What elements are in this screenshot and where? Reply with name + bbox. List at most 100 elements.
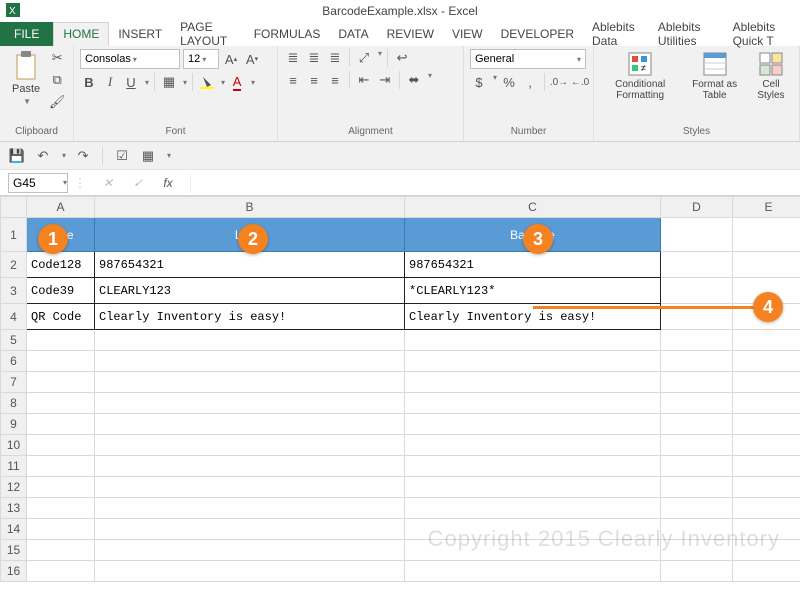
tab-page-layout[interactable]: PAGE LAYOUT	[171, 22, 245, 46]
align-top-icon[interactable]: ≣	[284, 49, 302, 67]
tab-review[interactable]: REVIEW	[378, 22, 443, 46]
format-as-table-button[interactable]: Format as Table	[684, 49, 745, 103]
align-left-icon[interactable]: ≡	[284, 71, 302, 89]
cell[interactable]	[733, 456, 800, 477]
cell[interactable]	[733, 435, 800, 456]
cell[interactable]	[27, 351, 95, 372]
cell[interactable]	[733, 330, 800, 351]
paste-button[interactable]: Paste ▼	[6, 49, 46, 108]
cell[interactable]	[95, 519, 405, 540]
increase-decimal-icon[interactable]: .0→	[550, 73, 568, 91]
cell[interactable]	[733, 477, 800, 498]
row-header-2[interactable]: 2	[1, 252, 27, 278]
cell[interactable]	[733, 252, 800, 278]
formula-input[interactable]	[190, 173, 800, 193]
row-header-9[interactable]: 9	[1, 414, 27, 435]
cell[interactable]	[27, 372, 95, 393]
col-header-e[interactable]: E	[733, 197, 800, 218]
cell-type[interactable]: QR Code	[27, 304, 95, 330]
cell-label[interactable]: CLEARLY123	[95, 278, 405, 304]
tab-ablebits-quick[interactable]: Ablebits Quick T	[724, 22, 800, 46]
cell[interactable]	[405, 477, 661, 498]
cell-styles-button[interactable]: Cell Styles	[749, 49, 793, 103]
redo-icon[interactable]: ↷	[74, 147, 92, 165]
cell[interactable]	[27, 414, 95, 435]
align-right-icon[interactable]: ≡	[326, 71, 344, 89]
cell[interactable]	[661, 519, 733, 540]
tab-ablebits-data[interactable]: Ablebits Data	[583, 22, 649, 46]
format-painter-icon[interactable]: 🖌	[48, 93, 66, 111]
cell[interactable]	[661, 435, 733, 456]
cell[interactable]	[27, 498, 95, 519]
decrease-font-icon[interactable]: A▾	[243, 50, 261, 68]
cell-barcode[interactable]: *CLEARLY123*	[405, 278, 661, 304]
tab-view[interactable]: VIEW	[443, 22, 492, 46]
cell[interactable]	[405, 498, 661, 519]
cell[interactable]	[405, 519, 661, 540]
orientation-icon[interactable]: ⤢	[355, 49, 373, 67]
cell[interactable]	[661, 218, 733, 252]
accounting-format-icon[interactable]: $	[470, 73, 488, 91]
cell[interactable]	[405, 372, 661, 393]
cell[interactable]	[733, 519, 800, 540]
merge-center-icon[interactable]: ⬌	[405, 71, 423, 89]
qat-custom-icon-2[interactable]: ▦	[139, 147, 157, 165]
save-icon[interactable]: 💾	[8, 147, 26, 165]
cell[interactable]	[95, 393, 405, 414]
cell[interactable]	[661, 414, 733, 435]
cell-label[interactable]: Clearly Inventory is easy!	[95, 304, 405, 330]
tab-ablebits-utilities[interactable]: Ablebits Utilities	[649, 22, 724, 46]
cell[interactable]	[27, 393, 95, 414]
cell[interactable]	[733, 218, 800, 252]
cell[interactable]	[661, 278, 733, 304]
row-header-8[interactable]: 8	[1, 393, 27, 414]
cell-type[interactable]: Code128	[27, 252, 95, 278]
cell-type[interactable]: Code39	[27, 278, 95, 304]
row-header-16[interactable]: 16	[1, 561, 27, 582]
col-header-d[interactable]: D	[661, 197, 733, 218]
bold-button[interactable]: B	[80, 73, 98, 91]
cell[interactable]	[95, 477, 405, 498]
cell[interactable]	[733, 351, 800, 372]
row-header-10[interactable]: 10	[1, 435, 27, 456]
comma-format-icon[interactable]: ,	[521, 73, 539, 91]
cell[interactable]	[733, 372, 800, 393]
row-header-7[interactable]: 7	[1, 372, 27, 393]
cell[interactable]	[661, 372, 733, 393]
increase-font-icon[interactable]: A▴	[222, 50, 240, 68]
row-header-12[interactable]: 12	[1, 477, 27, 498]
fill-color-icon[interactable]	[198, 73, 216, 91]
row-header-14[interactable]: 14	[1, 519, 27, 540]
row-header-5[interactable]: 5	[1, 330, 27, 351]
number-format-combo[interactable]: General▾	[470, 49, 586, 69]
tab-formulas[interactable]: FORMULAS	[245, 22, 330, 46]
row-header-6[interactable]: 6	[1, 351, 27, 372]
cell[interactable]	[405, 330, 661, 351]
col-header-a[interactable]: A	[27, 197, 95, 218]
font-size-combo[interactable]: 12▾	[183, 49, 219, 69]
cell[interactable]	[95, 561, 405, 582]
increase-indent-icon[interactable]: ⇥	[376, 71, 394, 89]
borders-icon[interactable]: ▦	[160, 73, 178, 91]
tab-file[interactable]: FILE	[0, 22, 53, 46]
cell[interactable]	[95, 456, 405, 477]
cell[interactable]	[733, 498, 800, 519]
cell[interactable]	[661, 540, 733, 561]
cell[interactable]	[405, 561, 661, 582]
cell[interactable]	[661, 393, 733, 414]
conditional-formatting-button[interactable]: ≠ Conditional Formatting	[600, 49, 680, 103]
cell[interactable]	[95, 372, 405, 393]
qat-custom-icon[interactable]: ☑	[113, 147, 131, 165]
align-bottom-icon[interactable]: ≣	[326, 49, 344, 67]
cell[interactable]	[27, 477, 95, 498]
cut-icon[interactable]: ✂	[48, 49, 66, 67]
cell[interactable]	[405, 393, 661, 414]
cell[interactable]	[661, 477, 733, 498]
tab-data[interactable]: DATA	[329, 22, 377, 46]
col-header-c[interactable]: C	[405, 197, 661, 218]
cell[interactable]	[661, 456, 733, 477]
cell[interactable]	[661, 561, 733, 582]
row-header-1[interactable]: 1	[1, 218, 27, 252]
cell[interactable]	[27, 561, 95, 582]
cell[interactable]	[95, 435, 405, 456]
